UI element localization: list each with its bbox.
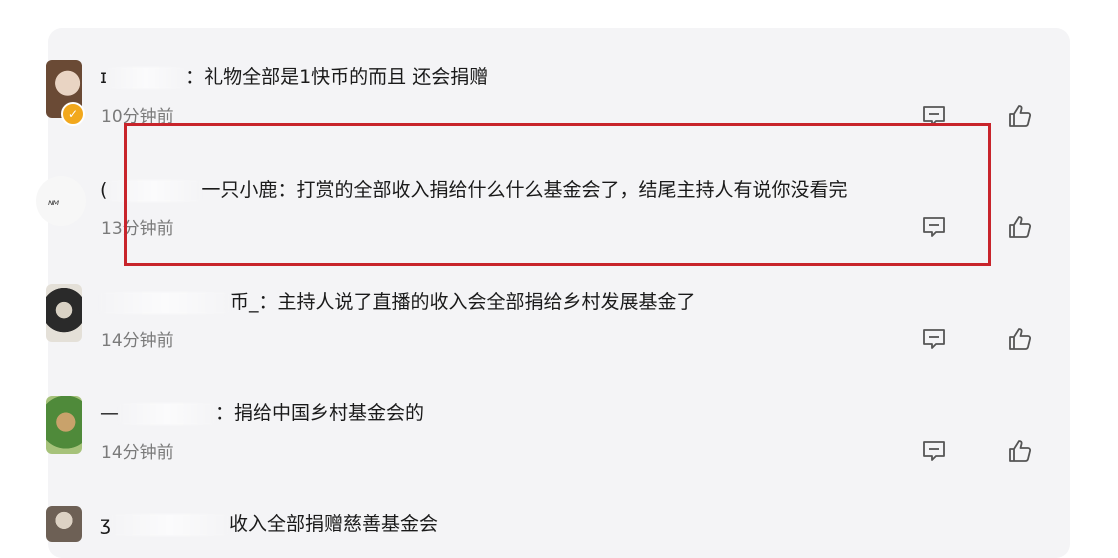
comment-icon[interactable] [921,326,947,352]
verified-badge-icon: ✓ [61,102,85,126]
username[interactable]: — [100,402,119,424]
comment-text: 礼物全部是1快币的而且 还会捐赠 [204,66,489,88]
comment-line: 币_：主持人说了直播的收入会全部捐给乡村发展基金了 [100,287,696,314]
comment-time: 14分钟前 [101,331,174,351]
redacted-username [119,402,215,425]
thumbs-up-icon[interactable] [1007,438,1033,464]
comment-time: 14分钟前 [101,443,174,463]
thumbs-up-icon[interactable] [1007,214,1033,240]
comment-text: 主持人说了直播的收入会全部捐给乡村发展基金了 [277,291,696,313]
username[interactable]: ʒ [100,513,111,535]
comment-line: ɪ ：礼物全部是1快币的而且 还会捐赠 [100,62,488,89]
username[interactable]: ( [100,179,107,201]
username[interactable]: ɪ [100,66,107,88]
username-visible[interactable]: 币_ [230,291,259,313]
comment-line: — ：捐给中国乡村基金会的 [100,398,424,425]
avatar[interactable] [46,396,82,454]
redacted-username [100,291,230,314]
thumbs-up-icon[interactable] [1007,103,1033,129]
redacted-username [110,513,229,536]
separator: ： [258,291,278,313]
separator: ： [185,66,205,88]
comment-line: ʒ 收入全部捐赠慈善基金会 [100,509,438,536]
separator: ： [215,402,235,424]
comment-text: 捐给中国乡村基金会的 [234,402,425,424]
highlight-box [124,123,991,266]
avatar[interactable] [46,506,82,542]
avatar[interactable] [36,176,86,226]
thumbs-up-icon[interactable] [1007,326,1033,352]
avatar[interactable] [46,284,82,342]
avatar-mark: ᴺᴹ [48,198,59,212]
redacted-username [107,66,186,89]
comment-icon[interactable] [921,438,947,464]
comment-text: 收入全部捐赠慈善基金会 [228,513,438,535]
